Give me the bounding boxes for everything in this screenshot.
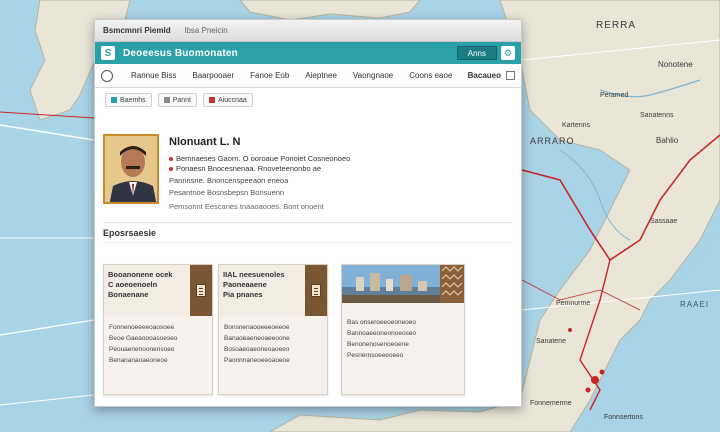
nav-item[interactable]: Coons eaoe (401, 71, 460, 80)
app-title: Deoeesus Buomonaten (123, 47, 238, 59)
card-header: IIAL neesuenoles Paoneaaene Pia pnanes (219, 265, 327, 316)
card-text: Fonnenoeeeeoaosoee (109, 324, 175, 331)
home-icon[interactable] (101, 69, 113, 82)
content-card[interactable]: IIAL neesuenoles Paoneaaene Pia pnanes B… (218, 264, 328, 395)
card-text: Paonnnaneoeeoaoeoe (224, 357, 290, 364)
app-logo[interactable]: S (101, 46, 115, 60)
map-label: Nonotene (658, 60, 693, 69)
card-text: Peouaenenoonensoeo (109, 346, 175, 353)
profile-detail: Pemsonnt Eescanes tnaaoaooes. Bont onoen… (169, 202, 324, 211)
print-icon (163, 97, 170, 103)
section-divider (103, 242, 513, 243)
toolbar-button-print[interactable]: Pannt (157, 93, 197, 107)
nav-account[interactable]: Bacaueo (468, 71, 515, 80)
flag-icon (208, 97, 215, 103)
menu-icon[interactable] (506, 71, 515, 80)
card-heading: Paoneaaene (223, 280, 267, 289)
card-header: Booanonene ocek C aoeoenoeln Bonaenane (104, 265, 212, 316)
content-card[interactable]: Booanonene ocek C aoeoenoeln Bonaenane F… (103, 264, 213, 395)
section-title: Eposrsaesie (103, 228, 157, 238)
profile-detail: Pannnsne. Bnoncenspeeaon eneoa (169, 176, 289, 185)
window-title: Bsmcmnri Piemld (103, 26, 171, 35)
window-titlebar[interactable]: Bsmcmnri Piemld lbsa Pneicin (95, 20, 521, 42)
card-text: Benananaoaeoneoe (109, 357, 168, 364)
toolbar-button-action[interactable]: Aiuccnaa (202, 93, 253, 107)
card-text: Pesnernsoeeeoeeo (347, 352, 404, 359)
card-text: Bas onseroeeoeoneoeo (347, 319, 417, 326)
card-image (342, 265, 440, 303)
navbar: Rannue Biss Baarpooaer Fanoe Eob Aieptne… (95, 64, 521, 88)
nav-item[interactable]: Fanoe Eob (242, 71, 297, 80)
map-label: Bahlio (656, 136, 679, 145)
map-label: Sanatene (536, 338, 566, 345)
profile-detail: Pesantnoe Bosnsbepsn Bonsuenn (169, 188, 285, 197)
nav-item[interactable]: Rannue Biss (123, 71, 184, 80)
map-label: Pemnurme (556, 300, 591, 307)
map-label: RAAEI (680, 300, 710, 309)
document-icon (196, 284, 206, 297)
map-label: Fonnemerme (530, 400, 572, 407)
card-text: Bannoaeeoneonoeoseo (347, 330, 417, 337)
card-body: Bas onseroeeoeoneoeo Bannoaeeoneonoeoseo… (342, 303, 464, 367)
map-label: Peramed (600, 92, 629, 99)
card-heading: IIAL neesuenoles (223, 270, 285, 279)
map-label: Kartenns (562, 122, 591, 129)
app-header: S Deoeesus Buomonaten Anns ⚙ (95, 42, 521, 64)
section-divider (103, 222, 513, 223)
card-body: Bonsnenaooeeeoeeoe Banaoeaeneoaeeoone Bo… (219, 316, 327, 372)
toolbar-button-label: Baemhs (120, 96, 146, 104)
map-label: RERRA (596, 20, 637, 31)
document-icon (311, 284, 321, 297)
nav-item[interactable]: Baarpooaer (184, 71, 242, 80)
card-text: Banaoeaeneoaeeoone (224, 335, 290, 342)
card-text: Bonsnenaooeeeoeeoe (224, 324, 290, 331)
nav-item[interactable]: Vaongnaoe (345, 71, 401, 80)
content-card[interactable]: Bas onseroeeoeoneoeo Bannoaeeoneonoeoseo… (341, 264, 465, 395)
profile-detail: Ponaesn Bnocesnenaa. Rnoveteenonbo ae (169, 164, 321, 173)
card-text: Bosoaeoaeoneoaoeeo (224, 346, 290, 353)
card-heading: Pia pnanes (223, 290, 263, 299)
card-text: Benonenosenoeoene (347, 341, 409, 348)
toolbar-button-label: Aiuccnaa (217, 96, 247, 104)
map-label: Sanatenns (640, 112, 674, 119)
header-button[interactable]: Anns (456, 46, 497, 60)
card-header (342, 265, 464, 303)
map-label: ARRARO (530, 136, 575, 146)
profile-detail: Bemnaeses Gaorn. O ooroaue Ponoiet Cosne… (169, 154, 350, 163)
toolbar-button-label: Pannt (172, 96, 191, 104)
card-heading: Booanonene ocek (108, 270, 173, 279)
card-heading: C aoeoenoeln (108, 280, 158, 289)
window-url: lbsa Pneicin (184, 26, 228, 35)
toolbar: Baemhs Pannt Aiuccnaa (95, 88, 521, 112)
profile-photo (103, 134, 159, 204)
share-icon (111, 97, 117, 103)
settings-icon[interactable]: ⚙ (501, 46, 515, 60)
nav-account-label: Bacaueo (467, 71, 501, 80)
card-body: Fonnenoeeeeoaosoee Beoe Gaeaoooasoeseo P… (104, 316, 212, 372)
app-window: Bsmcmnri Piemld lbsa Pneicin S Deoeesus … (94, 19, 522, 407)
map-label: Fonnsertons (604, 414, 643, 421)
card-text: Beoe Gaeaoooasoeseo (109, 335, 178, 342)
nav-item[interactable]: Aieptnee (297, 71, 345, 80)
toolbar-button-share[interactable]: Baemhs (105, 93, 152, 107)
card-heading: Bonaenane (108, 290, 149, 299)
map-label: Sassaae (650, 218, 678, 225)
profile-section: Nlonuant L. N Bemnaeses Gaorn. O ooroaue… (103, 130, 513, 220)
profile-name: Nlonuant L. N (169, 136, 241, 148)
